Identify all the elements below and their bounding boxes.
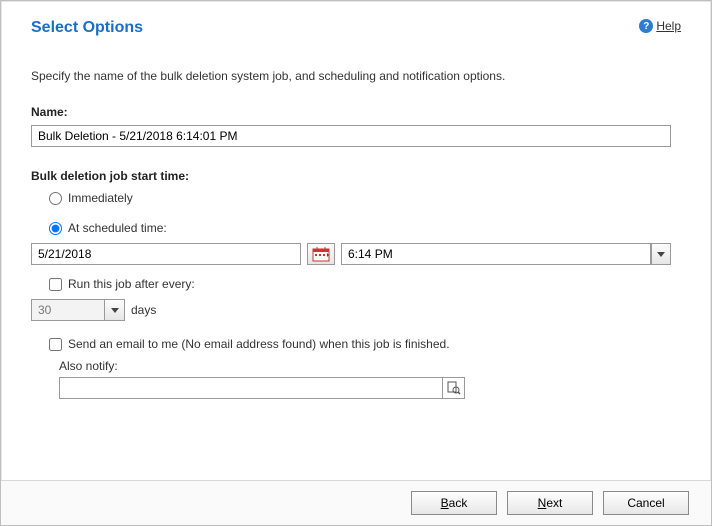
also-notify-label: Also notify: <box>59 359 671 373</box>
start-time-label: Bulk deletion job start time: <box>31 169 671 183</box>
next-button[interactable]: Next <box>507 491 593 515</box>
immediately-radio[interactable] <box>49 192 62 205</box>
dialog-title: Select Options <box>31 19 143 37</box>
help-icon: ? <box>639 19 653 33</box>
help-link[interactable]: ? Help <box>639 19 681 33</box>
recurrence-value: 30 <box>38 303 51 317</box>
name-label: Name: <box>31 105 671 119</box>
time-dropdown-button[interactable] <box>651 243 671 265</box>
dialog-header: Select Options ? Help <box>1 1 711 45</box>
recurrence-label: Run this job after every: <box>68 277 195 291</box>
date-input[interactable] <box>31 243 301 265</box>
dialog-content: Specify the name of the bulk deletion sy… <box>1 45 711 480</box>
lookup-icon <box>447 381 461 395</box>
cancel-button[interactable]: Cancel <box>603 491 689 515</box>
scheduled-label: At scheduled time: <box>68 221 167 235</box>
dialog-subtitle: Specify the name of the bulk deletion sy… <box>31 69 671 83</box>
notify-lookup-button[interactable] <box>443 377 465 399</box>
back-button[interactable]: Back <box>411 491 497 515</box>
scheduled-radio[interactable] <box>49 222 62 235</box>
help-label: Help <box>656 19 681 33</box>
date-picker-button[interactable] <box>307 243 335 265</box>
time-input[interactable] <box>341 243 651 265</box>
select-options-dialog: Select Options ? Help Specify the name o… <box>0 0 712 526</box>
email-checkbox[interactable] <box>49 338 62 351</box>
dialog-footer: Back Next Cancel <box>1 480 711 525</box>
recurrence-value-select[interactable]: 30 <box>31 299 125 321</box>
chevron-down-icon <box>111 308 119 313</box>
name-input[interactable] <box>31 125 671 147</box>
immediately-label: Immediately <box>68 191 133 205</box>
recurrence-checkbox[interactable] <box>49 278 62 291</box>
recurrence-unit-label: days <box>131 303 156 317</box>
email-label: Send an email to me (No email address fo… <box>68 337 450 351</box>
notify-input[interactable] <box>59 377 443 399</box>
chevron-down-icon <box>657 252 665 257</box>
recurrence-dropdown-button <box>104 300 124 320</box>
calendar-icon <box>312 246 330 262</box>
